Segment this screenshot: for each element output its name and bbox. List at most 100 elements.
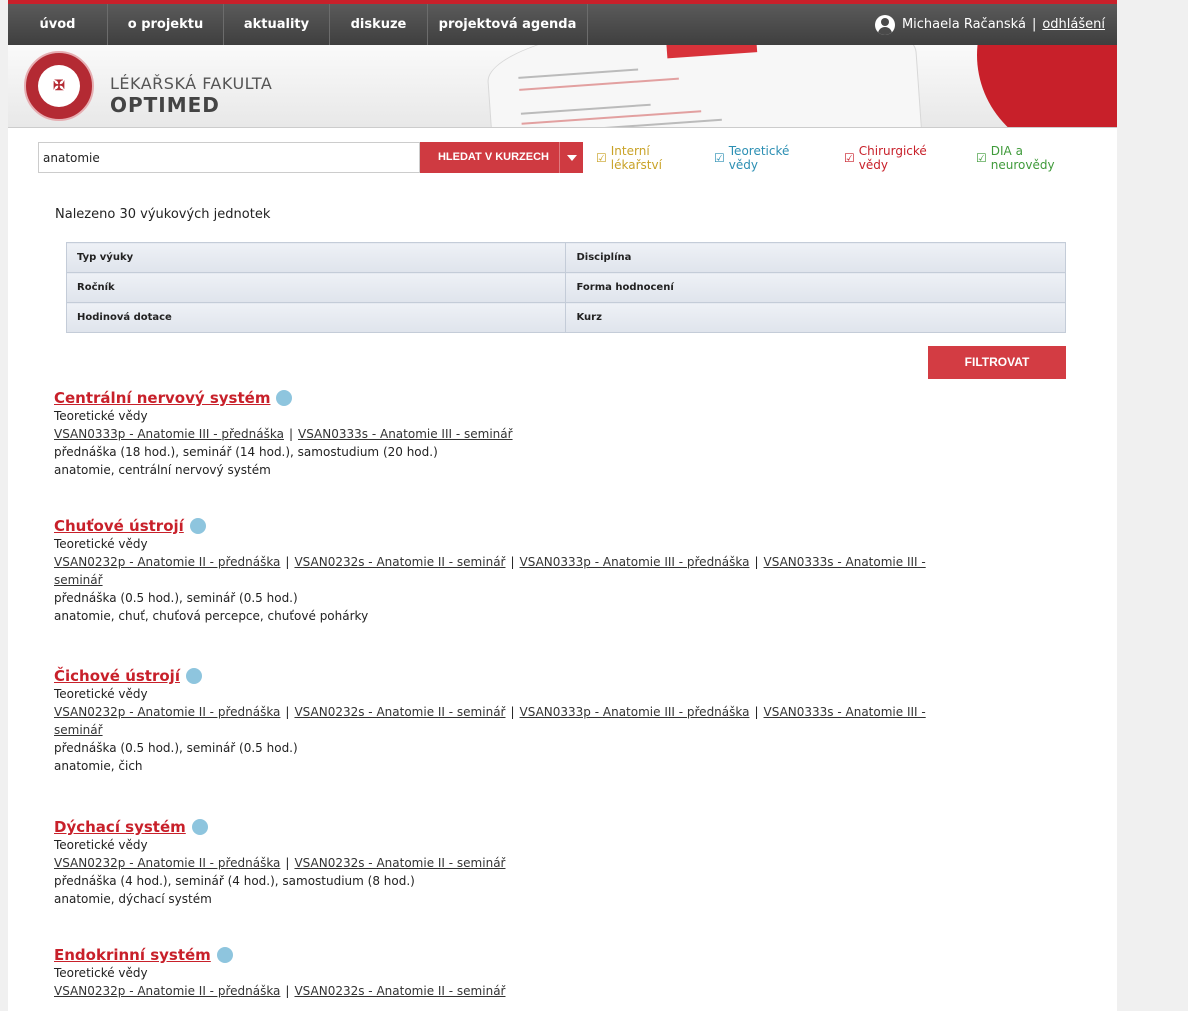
checkbox-icon[interactable]: ☑ <box>596 152 607 164</box>
nav-item-projektova-agenda[interactable]: projektová agenda <box>428 4 588 45</box>
course-separator: | <box>285 705 290 719</box>
course-separator: | <box>754 555 759 569</box>
result-keywords: anatomie, dýchací systém <box>54 892 212 906</box>
course-link[interactable]: VSAN0333p - Anatomie III - přednáška <box>520 555 750 569</box>
result-category: Teoretické vědy <box>54 687 148 701</box>
main-nav: úvod o projektu aktuality diskuze projek… <box>8 4 1117 45</box>
course-link[interactable]: seminář <box>54 573 103 587</box>
filter-chirurgicke-vedy[interactable]: ☑ Chirurgické vědy <box>844 144 944 172</box>
filter-forma-hodnoceni[interactable]: Forma hodnocení <box>565 272 1066 303</box>
banner-art-line <box>520 103 651 115</box>
course-separator: | <box>285 984 290 998</box>
result-category: Teoretické vědy <box>54 409 148 423</box>
search-bar: HLEDAT V KURZECH <box>38 142 583 173</box>
result-item: Endokrinní systém Teoretické vědy VSAN02… <box>54 946 1074 1000</box>
course-link[interactable]: VSAN0232s - Anatomie II - seminář <box>294 984 505 998</box>
result-keywords: anatomie, centrální nervový systém <box>54 463 271 477</box>
result-courses: VSAN0232p - Anatomie II - přednáška | VSAN… <box>54 553 1074 571</box>
result-category: Teoretické vědy <box>54 838 148 852</box>
nav-item-o-projektu[interactable]: o projektu <box>108 4 224 45</box>
course-link[interactable]: VSAN0232p - Anatomie II - přednáška <box>54 705 280 719</box>
filter-label: Interní lékařství <box>610 144 662 172</box>
nav-item-aktuality[interactable]: aktuality <box>224 4 330 45</box>
result-title-row: Chuťové ústrojí <box>54 517 1074 535</box>
nav-item-uvod[interactable]: úvod <box>8 4 108 45</box>
filter-label: Chirurgické vědy <box>858 144 927 172</box>
course-link[interactable]: VSAN0232s - Anatomie II - seminář <box>294 856 505 870</box>
user-name: Michaela Račanská <box>901 17 1026 32</box>
result-title-link[interactable]: Endokrinní systém <box>54 946 211 964</box>
filter-table: Typ výuky Disciplína Ročník Forma hodnoc… <box>65 242 1066 333</box>
banner-art-line <box>519 77 679 91</box>
result-item: Dýchací systém Teoretické vědy VSAN0232p… <box>54 818 1074 908</box>
filter-label: DIA a neurovědy <box>990 144 1055 172</box>
user-separator: | <box>1031 17 1037 32</box>
brand-optimed: OPTIMED <box>110 93 220 117</box>
filter-typ-vyuky[interactable]: Typ výuky <box>65 242 567 273</box>
course-separator: | <box>510 705 515 719</box>
filter-kurz[interactable]: Kurz <box>565 302 1066 333</box>
result-hours: přednáška (0.5 hod.), seminář (0.5 hod.) <box>54 741 298 755</box>
result-item: Čichové ústrojí Teoretické vědy VSAN0232… <box>54 667 1074 775</box>
filter-table-row: Typ výuky Disciplína <box>65 242 1066 273</box>
course-link[interactable]: seminář <box>54 723 103 737</box>
course-link[interactable]: VSAN0333s - Anatomie III - <box>764 705 926 719</box>
result-item: Chuťové ústrojí Teoretické vědy VSAN0232… <box>54 517 1074 625</box>
header-banner: ✠ LÉKAŘSKÁ FAKULTA OPTIMED <box>8 45 1117 128</box>
course-link[interactable]: VSAN0232s - Anatomie II - seminář <box>294 555 505 569</box>
result-courses: VSAN0333p - Anatomie III - přednáška | VSA… <box>54 425 1074 443</box>
search-input[interactable] <box>38 142 420 173</box>
filter-table-row: Ročník Forma hodnocení <box>65 272 1066 303</box>
filter-interni-lekarstvi[interactable]: ☑ Interní lékařství <box>596 144 681 172</box>
checkbox-icon[interactable]: ☑ <box>976 152 987 164</box>
nav-item-diskuze[interactable]: diskuze <box>330 4 428 45</box>
course-separator: | <box>754 705 759 719</box>
course-link[interactable]: VSAN0232s - Anatomie II - seminář <box>294 705 505 719</box>
result-title-link[interactable]: Centrální nervový systém <box>54 389 270 407</box>
banner-decorative-image <box>483 45 923 127</box>
result-courses: VSAN0232p - Anatomie II - přednáška | VSAN… <box>54 982 1074 1000</box>
course-link[interactable]: VSAN0333p - Anatomie III - přednáška <box>520 705 750 719</box>
filter-dia-neurovedy[interactable]: ☑ DIA a neurovědy <box>976 144 1076 172</box>
result-title-link[interactable]: Čichové ústrojí <box>54 667 180 685</box>
course-link[interactable]: VSAN0333p - Anatomie III - přednáška <box>54 427 284 441</box>
result-keywords: anatomie, čich <box>54 759 143 773</box>
filter-teoreticke-vedy[interactable]: ☑ Teoretické vědy <box>714 144 809 172</box>
user-icon <box>874 14 895 35</box>
results-count: Nalezeno 30 výukových jednotek <box>55 207 271 222</box>
result-hours: přednáška (18 hod.), seminář (14 hod.), … <box>54 445 438 459</box>
logout-link[interactable]: odhlášení <box>1042 17 1105 32</box>
course-link[interactable]: VSAN0232p - Anatomie II - přednáška <box>54 856 280 870</box>
search-button[interactable]: HLEDAT V KURZECH <box>420 142 559 173</box>
course-link[interactable]: VSAN0333s - Anatomie III - seminář <box>298 427 513 441</box>
search-dropdown-toggle[interactable] <box>559 142 583 173</box>
status-dot-icon <box>216 947 233 963</box>
filter-rocnik[interactable]: Ročník <box>65 272 567 303</box>
university-seal-logo[interactable]: ✠ <box>24 51 94 121</box>
page: úvod o projektu aktuality diskuze projek… <box>8 0 1117 1011</box>
filter-label: Teoretické vědy <box>728 144 790 172</box>
checkbox-icon[interactable]: ☑ <box>844 152 855 164</box>
result-hours: přednáška (4 hod.), seminář (4 hod.), sa… <box>54 874 415 888</box>
filter-disciplina[interactable]: Disciplína <box>565 242 1066 273</box>
course-separator: | <box>285 555 290 569</box>
result-courses: VSAN0232p - Anatomie II - přednáška | VSAN… <box>54 703 1074 721</box>
course-link[interactable]: VSAN0232p - Anatomie II - přednáška <box>54 555 280 569</box>
result-title-row: Čichové ústrojí <box>54 667 1074 685</box>
course-separator: | <box>285 856 290 870</box>
filter-button[interactable]: FILTROVAT <box>928 346 1066 379</box>
result-courses-cont: seminář <box>54 571 1074 589</box>
course-link[interactable]: VSAN0333s - Anatomie III - <box>764 555 926 569</box>
result-courses: VSAN0232p - Anatomie II - přednáška | VSAN… <box>54 854 1074 872</box>
course-link[interactable]: VSAN0232p - Anatomie II - přednáška <box>54 984 280 998</box>
result-title-link[interactable]: Dýchací systém <box>54 818 186 836</box>
status-dot-icon <box>185 668 202 684</box>
status-dot-icon <box>189 518 206 534</box>
banner-art-red-block <box>664 45 758 59</box>
user-area: Michaela Račanská | odhlášení <box>874 4 1105 45</box>
filter-table-row: Hodinová dotace Kurz <box>65 302 1066 333</box>
checkbox-icon[interactable]: ☑ <box>714 152 725 164</box>
result-title-link[interactable]: Chuťové ústrojí <box>54 517 184 535</box>
filter-hodinova-dotace[interactable]: Hodinová dotace <box>65 302 567 333</box>
status-dot-icon <box>276 390 293 406</box>
